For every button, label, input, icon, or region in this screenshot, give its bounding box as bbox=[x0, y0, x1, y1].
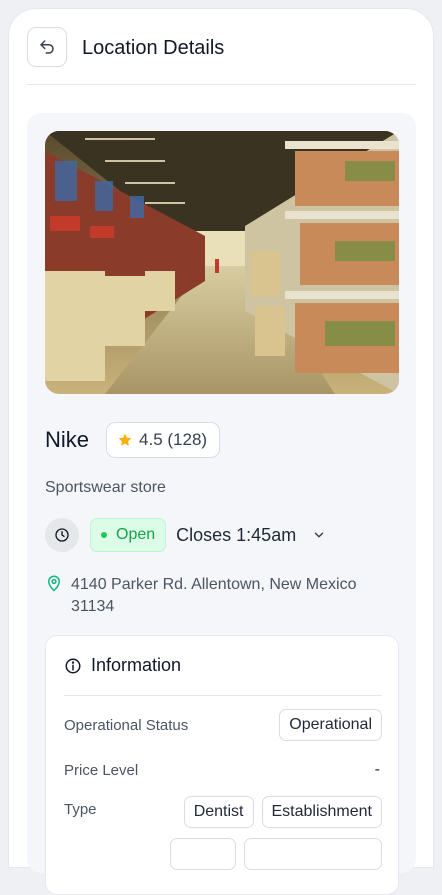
rating-text: 4.5 (128) bbox=[139, 430, 208, 449]
status-text: Open bbox=[116, 526, 156, 543]
store-photo bbox=[45, 131, 399, 394]
information-title: Information bbox=[91, 655, 182, 675]
store-name: Nike bbox=[45, 427, 90, 452]
type-tag-more-2 bbox=[244, 838, 382, 870]
operational-status-label: Operational Status bbox=[64, 716, 189, 734]
clock-button[interactable] bbox=[45, 518, 79, 552]
price-level-row: Price Level - bbox=[64, 758, 382, 782]
hours-toggle[interactable] bbox=[312, 528, 326, 542]
operational-status-tag: Operational bbox=[279, 709, 382, 741]
type-tag-more-1 bbox=[170, 838, 236, 870]
undo-arrow-icon bbox=[40, 40, 54, 54]
operational-status-row: Operational Status Operational bbox=[64, 709, 382, 741]
type-row-continued bbox=[64, 838, 382, 870]
type-tags: Dentist Establishment bbox=[183, 796, 382, 828]
store-name-row: Nike 4.5 (128) bbox=[45, 422, 221, 458]
phone-frame: Location Details Nike 4.5 (128) Sportswe… bbox=[8, 8, 434, 895]
status-badge: Open bbox=[90, 518, 167, 552]
rating-badge[interactable]: 4.5 (128) bbox=[106, 422, 221, 458]
hours-row: Open Closes 1:45am bbox=[45, 518, 326, 552]
price-level-value: - bbox=[374, 761, 380, 778]
type-label: Type bbox=[64, 801, 97, 818]
information-header: Information bbox=[64, 636, 382, 696]
store-address: 4140 Parker Rd. Allentown, New Mexico 31… bbox=[71, 576, 357, 615]
price-level-label: Price Level bbox=[64, 761, 139, 779]
type-tag-establishment: Establishment bbox=[261, 796, 382, 828]
information-card: Information Operational Status Operation… bbox=[45, 635, 399, 895]
closing-time: Closes 1:45am bbox=[176, 524, 297, 545]
type-row: Type Dentist Establishment bbox=[64, 796, 382, 828]
type-tag-dentist: Dentist bbox=[183, 796, 254, 828]
status-dot bbox=[101, 532, 107, 538]
info-icon bbox=[65, 658, 81, 673]
clock-icon bbox=[55, 528, 69, 542]
location-pin-icon bbox=[47, 575, 61, 592]
star-icon bbox=[118, 433, 132, 446]
store-category: Sportswear store bbox=[45, 479, 166, 496]
header: Location Details bbox=[27, 27, 416, 85]
page-title: Location Details bbox=[82, 37, 225, 59]
location-card: Nike 4.5 (128) Sportswear store Open Clo… bbox=[27, 113, 416, 895]
chevron-down-icon bbox=[314, 532, 324, 538]
back-button[interactable] bbox=[27, 27, 67, 67]
address-row: 4140 Parker Rd. Allentown, New Mexico 31… bbox=[45, 574, 381, 618]
type-tags-more bbox=[170, 838, 382, 870]
